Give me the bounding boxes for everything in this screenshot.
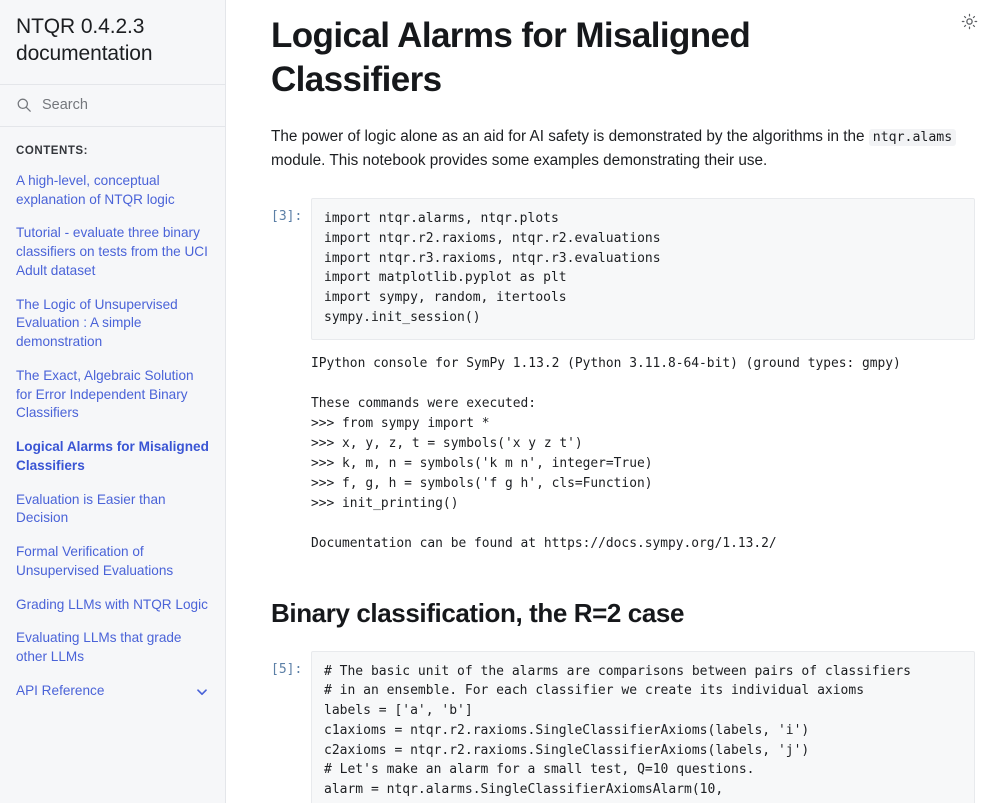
sidebar-item-label: The Logic of Unsupervised Evaluation : A… <box>16 296 178 350</box>
sidebar-item-label: A high-level, conceptual explanation of … <box>16 172 175 207</box>
brand-header: NTQR 0.4.2.3 documentation <box>0 0 225 85</box>
sidebar-item-label: Evaluating LLMs that grade other LLMs <box>16 630 182 664</box>
sidebar-item-api-reference[interactable]: API Reference <box>16 682 209 704</box>
intro-text-part1: The power of logic alone as an aid for A… <box>271 127 869 145</box>
sidebar-item-formal-verification[interactable]: Formal Verification of Unsupervised Eval… <box>16 543 209 581</box>
theme-toggle-button[interactable] <box>957 9 981 33</box>
chevron-down-icon[interactable] <box>195 682 209 704</box>
section-title: Binary classification, the R=2 case <box>271 597 685 628</box>
sun-icon <box>961 13 978 30</box>
search-input[interactable]: Search <box>42 97 88 113</box>
code-cell-2: [5]: # The basic unit of the alarms are … <box>271 650 975 803</box>
notebook-cell-1: [3]: import ntqr.alarms, ntqr.plots impo… <box>271 198 975 554</box>
cell-prompt-2: [5]: <box>271 661 303 677</box>
intro-paragraph: The power of logic alone as an aid for A… <box>271 125 975 175</box>
section-binary-classification: Binary classification, the R=2 case <box>271 598 975 629</box>
sidebar-item-grading-llms[interactable]: Grading LLMs with NTQR Logic <box>16 596 209 615</box>
sidebar-nav: CONTENTS: A high-level, conceptual expla… <box>0 127 225 714</box>
notebook-cell-2: [5]: # The basic unit of the alarms are … <box>271 650 975 803</box>
code-cell-1: [3]: import ntqr.alarms, ntqr.plots impo… <box>271 198 975 340</box>
cell-prompt-1: [3]: <box>271 209 303 225</box>
contents-label: CONTENTS: <box>16 144 89 157</box>
sidebar-item-exact-algebraic-solution[interactable]: The Exact, Algebraic Solution for Error … <box>16 367 209 423</box>
sidebar-item-label: Formal Verification of Unsupervised Eval… <box>16 544 174 578</box>
intro-text-part2: module. This notebook provides some exam… <box>271 152 768 170</box>
code-block-2[interactable]: # The basic unit of the alarms are compa… <box>311 650 975 803</box>
documentation-page: NTQR 0.4.2.3 documentation Search CONTEN… <box>0 0 1000 803</box>
main-content: Logical Alarms for Misaligned Classifier… <box>226 0 1000 803</box>
search-box[interactable]: Search <box>0 85 225 127</box>
sidebar: NTQR 0.4.2.3 documentation Search CONTEN… <box>0 0 226 803</box>
sidebar-item-label: API Reference <box>16 682 105 698</box>
sidebar-item-label: Logical Alarms for Misaligned Classifier… <box>16 439 209 473</box>
brand-title[interactable]: NTQR 0.4.2.3 documentation <box>16 14 209 68</box>
sidebar-item-label: The Exact, Algebraic Solution for Error … <box>16 367 194 421</box>
code-text-1: import ntqr.alarms, ntqr.plots import nt… <box>324 211 661 325</box>
inline-code-module: ntqr.alams <box>868 128 957 146</box>
sidebar-item-label: Evaluation is Easier than Decision <box>16 491 166 526</box>
sidebar-item-evaluating-llms[interactable]: Evaluating LLMs that grade other LLMs <box>16 629 209 667</box>
sidebar-item-label: Tutorial - evaluate three binary classif… <box>16 225 208 278</box>
sidebar-item-logical-alarms[interactable]: Logical Alarms for Misaligned Classifier… <box>16 438 209 476</box>
search-icon <box>16 97 32 113</box>
code-text-2: # The basic unit of the alarms are compa… <box>324 663 911 803</box>
sidebar-item-evaluation-easier-than-decision[interactable]: Evaluation is Easier than Decision <box>16 491 209 529</box>
code-block-1[interactable]: import ntqr.alarms, ntqr.plots import nt… <box>311 198 975 340</box>
sidebar-item-label: Grading LLMs with NTQR Logic <box>16 596 208 612</box>
page-title: Logical Alarms for Misaligned Classifier… <box>271 16 751 99</box>
sidebar-item-tutorial-uci-adult[interactable]: Tutorial - evaluate three binary classif… <box>16 224 209 280</box>
sidebar-item-high-level-explanation[interactable]: A high-level, conceptual explanation of … <box>16 172 209 210</box>
cell-output-1: IPython console for SymPy 1.13.2 (Python… <box>311 355 901 551</box>
sidebar-item-logic-unsupervised-evaluation[interactable]: The Logic of Unsupervised Evaluation : A… <box>16 296 209 352</box>
